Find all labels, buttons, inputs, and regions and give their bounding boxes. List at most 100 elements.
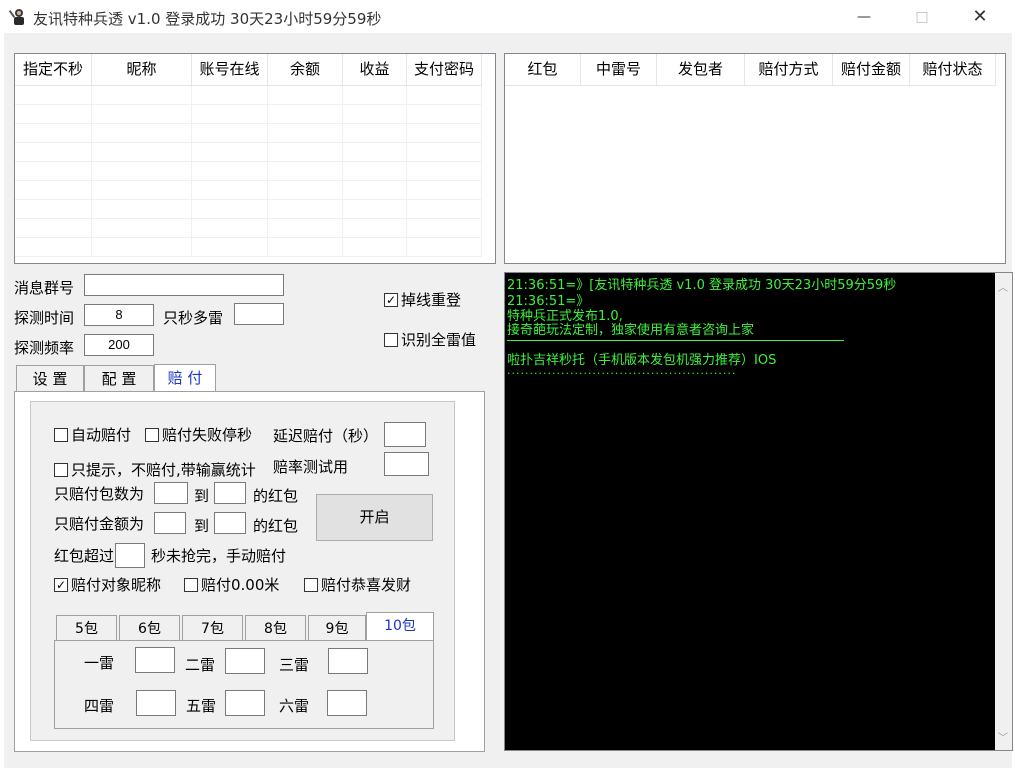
table-row[interactable] bbox=[15, 124, 482, 143]
multi-mine-input[interactable] bbox=[234, 303, 284, 325]
scroll-up-icon[interactable]: ︿ bbox=[998, 279, 1008, 294]
count-max-input[interactable] bbox=[214, 482, 246, 504]
tab-10-packets[interactable]: 10包 bbox=[366, 612, 434, 642]
table-cell bbox=[92, 143, 192, 161]
tab-8-packets[interactable]: 8包 bbox=[245, 615, 306, 641]
column-header[interactable]: 收益 bbox=[343, 54, 407, 85]
table-cell bbox=[268, 86, 343, 104]
table-cell bbox=[92, 86, 192, 104]
mine-6-input[interactable] bbox=[327, 690, 367, 716]
mine-1-input[interactable] bbox=[135, 647, 175, 673]
minimize-button[interactable]: — bbox=[835, 0, 893, 33]
over-seconds-input[interactable] bbox=[115, 543, 145, 568]
column-header[interactable]: 昵称 bbox=[92, 54, 192, 85]
table-cell bbox=[343, 124, 407, 142]
column-header[interactable]: 赔付方式 bbox=[745, 54, 833, 85]
detect-time-input[interactable]: 8 bbox=[84, 304, 154, 326]
table-cell bbox=[407, 162, 482, 180]
table-cell bbox=[192, 143, 268, 161]
column-header[interactable]: 赔付金额 bbox=[833, 54, 910, 85]
table-cell bbox=[15, 200, 92, 218]
tab-5-packets[interactable]: 5包 bbox=[56, 615, 117, 641]
table-row[interactable] bbox=[15, 143, 482, 162]
table-cell bbox=[407, 181, 482, 199]
column-header[interactable]: 账号在线 bbox=[192, 54, 268, 85]
tab-9-packets[interactable]: 9包 bbox=[308, 615, 366, 641]
column-header[interactable]: 中雷号 bbox=[581, 54, 657, 85]
stop-on-fail-checkbox[interactable]: 赔付失败停秒 bbox=[145, 424, 252, 445]
mine-4-input[interactable] bbox=[136, 690, 176, 716]
group-number-label: 消息群号 bbox=[14, 279, 75, 297]
minimize-icon: — bbox=[857, 8, 871, 25]
table-cell bbox=[407, 238, 482, 256]
amount-max-input[interactable] bbox=[214, 512, 246, 534]
table-cell bbox=[192, 238, 268, 256]
nickname-label: 赔付对象昵称 bbox=[71, 576, 162, 594]
table-cell bbox=[268, 238, 343, 256]
identify-all-checkbox[interactable]: 识别全雷值 bbox=[384, 329, 476, 350]
table-row[interactable] bbox=[15, 86, 482, 105]
table-cell bbox=[92, 219, 192, 237]
mine-5-input[interactable] bbox=[225, 690, 265, 716]
table-cell bbox=[268, 200, 343, 218]
log-console[interactable]: 21:36:51=》[友讯特种兵透 v1.0 登录成功 30天23小时59分59… bbox=[504, 272, 1013, 751]
mine-3-input[interactable] bbox=[328, 648, 368, 674]
console-scrollbar[interactable]: ︿ ﹀ bbox=[995, 273, 1012, 750]
mine-2-input[interactable] bbox=[225, 648, 265, 674]
congrats-checkbox[interactable]: 赔付恭喜发财 bbox=[304, 574, 411, 595]
table-row[interactable] bbox=[15, 105, 482, 124]
nickname-checkbox[interactable]: ✓ 赔付对象昵称 bbox=[54, 574, 161, 595]
maximize-icon: □ bbox=[915, 8, 929, 25]
amount-to-label: 到 bbox=[194, 517, 210, 535]
table-row[interactable] bbox=[15, 200, 482, 219]
column-header[interactable]: 余额 bbox=[268, 54, 343, 85]
title-bar: 友讯特种兵透 v1.0 登录成功 30天23小时59分59秒 — □ ✕ bbox=[0, 0, 1015, 33]
column-header[interactable]: 赔付状态 bbox=[910, 54, 996, 85]
zero-pay-label: 赔付0.00米 bbox=[201, 576, 280, 594]
account-table[interactable]: 指定不秒 昵称 账号在线 余额 收益 支付密码 bbox=[14, 53, 496, 264]
rate-input[interactable] bbox=[384, 452, 429, 476]
tab-7-packets[interactable]: 7包 bbox=[182, 615, 243, 641]
checkbox-unchecked-icon bbox=[184, 577, 198, 592]
tab-payout[interactable]: 赔 付 bbox=[154, 364, 216, 392]
table-cell bbox=[92, 238, 192, 256]
table-cell bbox=[192, 105, 268, 123]
table-row[interactable] bbox=[15, 181, 482, 200]
column-header[interactable]: 支付密码 bbox=[407, 54, 482, 85]
auto-pay-checkbox[interactable]: 自动赔付 bbox=[54, 424, 131, 445]
start-button[interactable]: 开启 bbox=[316, 494, 433, 541]
scroll-down-icon[interactable]: ﹀ bbox=[998, 729, 1008, 744]
reconnect-checkbox[interactable]: ✓ 掉线重登 bbox=[384, 289, 461, 310]
count-prefix-label: 只赔付包数为 bbox=[54, 485, 145, 503]
table-cell bbox=[407, 86, 482, 104]
table-cell bbox=[192, 162, 268, 180]
maximize-button[interactable]: □ bbox=[893, 0, 951, 33]
hint-only-checkbox[interactable]: 只提示，不赔付,带输赢统计 bbox=[54, 459, 256, 480]
table-row[interactable] bbox=[15, 162, 482, 181]
tab-6-packets[interactable]: 6包 bbox=[119, 615, 180, 641]
table-cell bbox=[15, 181, 92, 199]
tab-settings[interactable]: 设 置 bbox=[16, 365, 84, 391]
redpacket-table-header: 红包 中雷号 发包者 赔付方式 赔付金额 赔付状态 bbox=[505, 54, 996, 86]
redpacket-table[interactable]: 红包 中雷号 发包者 赔付方式 赔付金额 赔付状态 bbox=[504, 53, 1006, 264]
detect-freq-input[interactable]: 200 bbox=[84, 334, 154, 356]
group-number-input[interactable] bbox=[84, 274, 284, 296]
zero-pay-checkbox[interactable]: 赔付0.00米 bbox=[184, 574, 279, 595]
amount-suffix-label: 的红包 bbox=[253, 517, 299, 535]
rate-label: 赔率测试用 bbox=[273, 458, 349, 476]
table-cell bbox=[343, 181, 407, 199]
count-suffix-label: 的红包 bbox=[253, 487, 299, 505]
table-row[interactable] bbox=[15, 219, 482, 238]
tab-config[interactable]: 配 置 bbox=[84, 365, 154, 391]
column-header[interactable]: 指定不秒 bbox=[15, 54, 92, 85]
count-min-input[interactable] bbox=[154, 482, 188, 504]
table-cell bbox=[15, 219, 92, 237]
delay-input[interactable] bbox=[384, 422, 426, 447]
checkbox-unchecked-icon bbox=[54, 427, 68, 442]
column-header[interactable]: 红包 bbox=[505, 54, 581, 85]
amount-min-input[interactable] bbox=[154, 512, 186, 534]
close-button[interactable]: ✕ bbox=[951, 0, 1009, 33]
column-header[interactable]: 发包者 bbox=[657, 54, 745, 85]
table-row[interactable] bbox=[15, 238, 482, 257]
mine-3-label: 三雷 bbox=[279, 656, 310, 674]
